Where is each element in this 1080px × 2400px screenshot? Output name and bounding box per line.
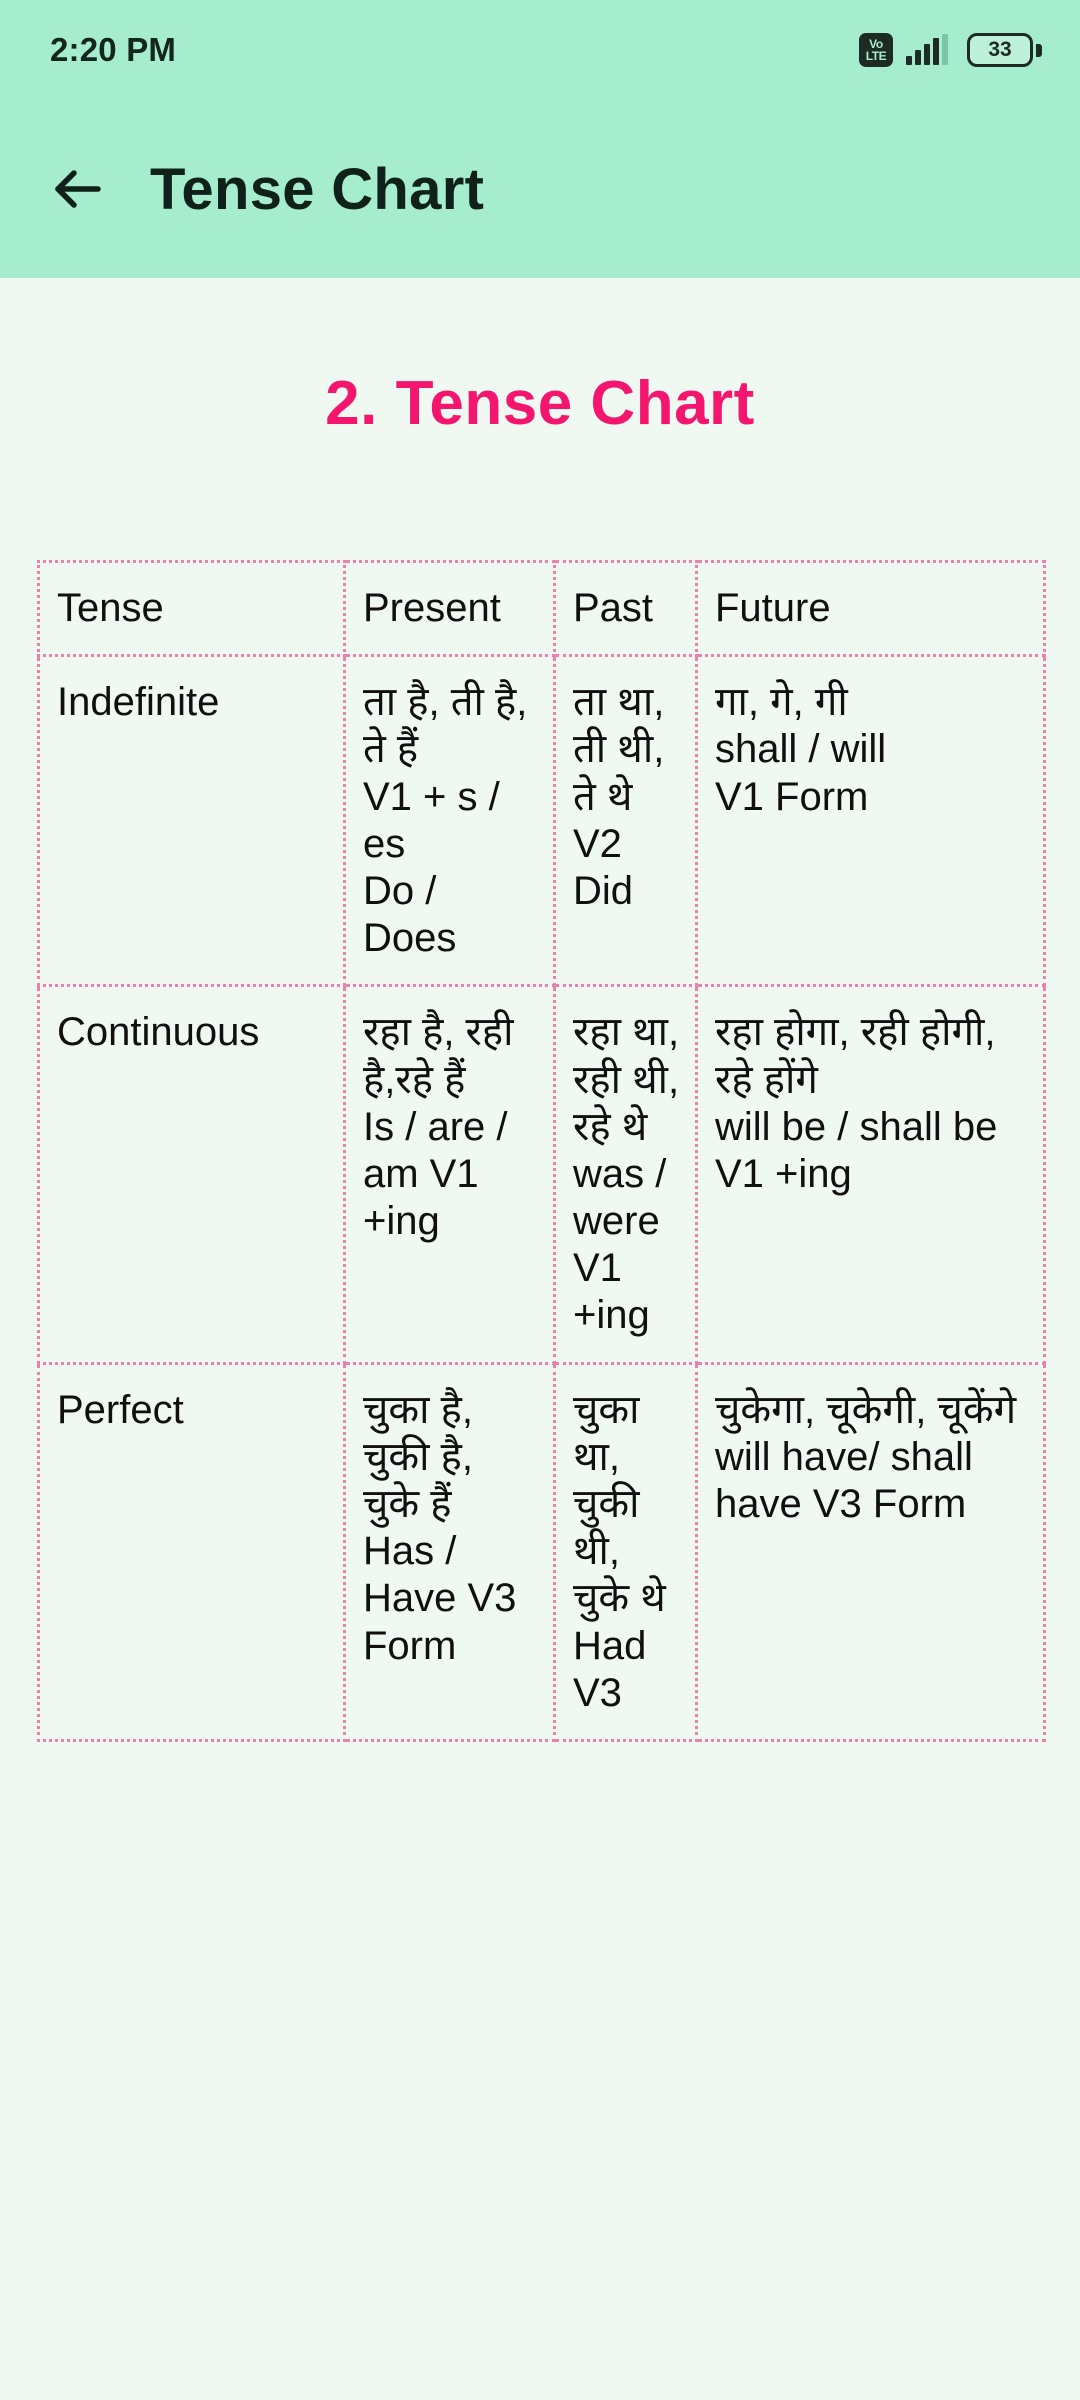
row-label-continuous: Continuous <box>37 984 346 1365</box>
status-clock: 2:20 PM <box>50 31 177 68</box>
cell-continuous-past: रहा था, रही थी, रहे थे was / were V1 +in… <box>553 984 698 1365</box>
status-bar: 2:20 PM Vo LTE 33 <box>0 0 1080 100</box>
back-arrow-icon[interactable] <box>48 160 106 218</box>
status-icons: Vo LTE 33 <box>859 33 1042 67</box>
phone-screen: 2:20 PM Vo LTE 33 Tense Chart 2. Tense C… <box>0 0 1080 2400</box>
table-row: Continuous रहा है, रही है,रहे हैं Is / a… <box>37 984 1046 1365</box>
tense-chart: Tense Present Past Future Indefinite ता … <box>37 559 1046 1742</box>
tense-table: Tense Present Past Future Indefinite ता … <box>37 559 1046 1742</box>
table-header-row: Tense Present Past Future <box>37 559 1046 658</box>
page-title: Tense Chart <box>150 156 485 222</box>
column-header-tense: Tense <box>37 559 346 658</box>
cell-continuous-present: रहा है, रही है,रहे हैं Is / are / am V1 … <box>343 984 556 1365</box>
cell-perfect-past: चुका था, चुकी थी, चुके थे Had V3 <box>553 1361 698 1742</box>
row-label-indefinite: Indefinite <box>37 654 346 988</box>
cell-perfect-future: चुकेगा, चूकेगी, चूकेंगे will have/ shall… <box>695 1361 1046 1742</box>
row-label-perfect: Perfect <box>37 1361 346 1742</box>
column-header-past: Past <box>553 559 698 658</box>
battery-icon: 33 <box>967 33 1042 67</box>
volte-icon-bottom: LTE <box>865 49 887 63</box>
app-bar: 2:20 PM Vo LTE 33 Tense Chart <box>0 0 1080 278</box>
cell-indefinite-present: ता है, ती है, ते हैं V1 + s / es Do / Do… <box>343 654 556 988</box>
column-header-future: Future <box>695 559 1046 658</box>
column-header-present: Present <box>343 559 556 658</box>
cell-continuous-future: रहा होगा, रही होगी, रहे होंगे will be / … <box>695 984 1046 1365</box>
content-heading: 2. Tense Chart <box>325 369 755 438</box>
title-bar: Tense Chart <box>0 100 1080 278</box>
cell-indefinite-past: ता था, ती थी, ते थे V2 Did <box>553 654 698 988</box>
signal-bars-icon <box>906 34 948 65</box>
table-row: Indefinite ता है, ती है, ते हैं V1 + s /… <box>37 654 1046 988</box>
battery-level-label: 33 <box>988 38 1012 61</box>
cell-indefinite-future: गा, गे, गी shall / will V1 Form <box>695 654 1046 988</box>
table-row: Perfect चुका है, चुकी है, चुके हैं Has /… <box>37 1361 1046 1742</box>
cell-perfect-present: चुका है, चुकी है, चुके हैं Has / Have V3… <box>343 1361 556 1742</box>
volte-icon: Vo LTE <box>859 33 893 67</box>
